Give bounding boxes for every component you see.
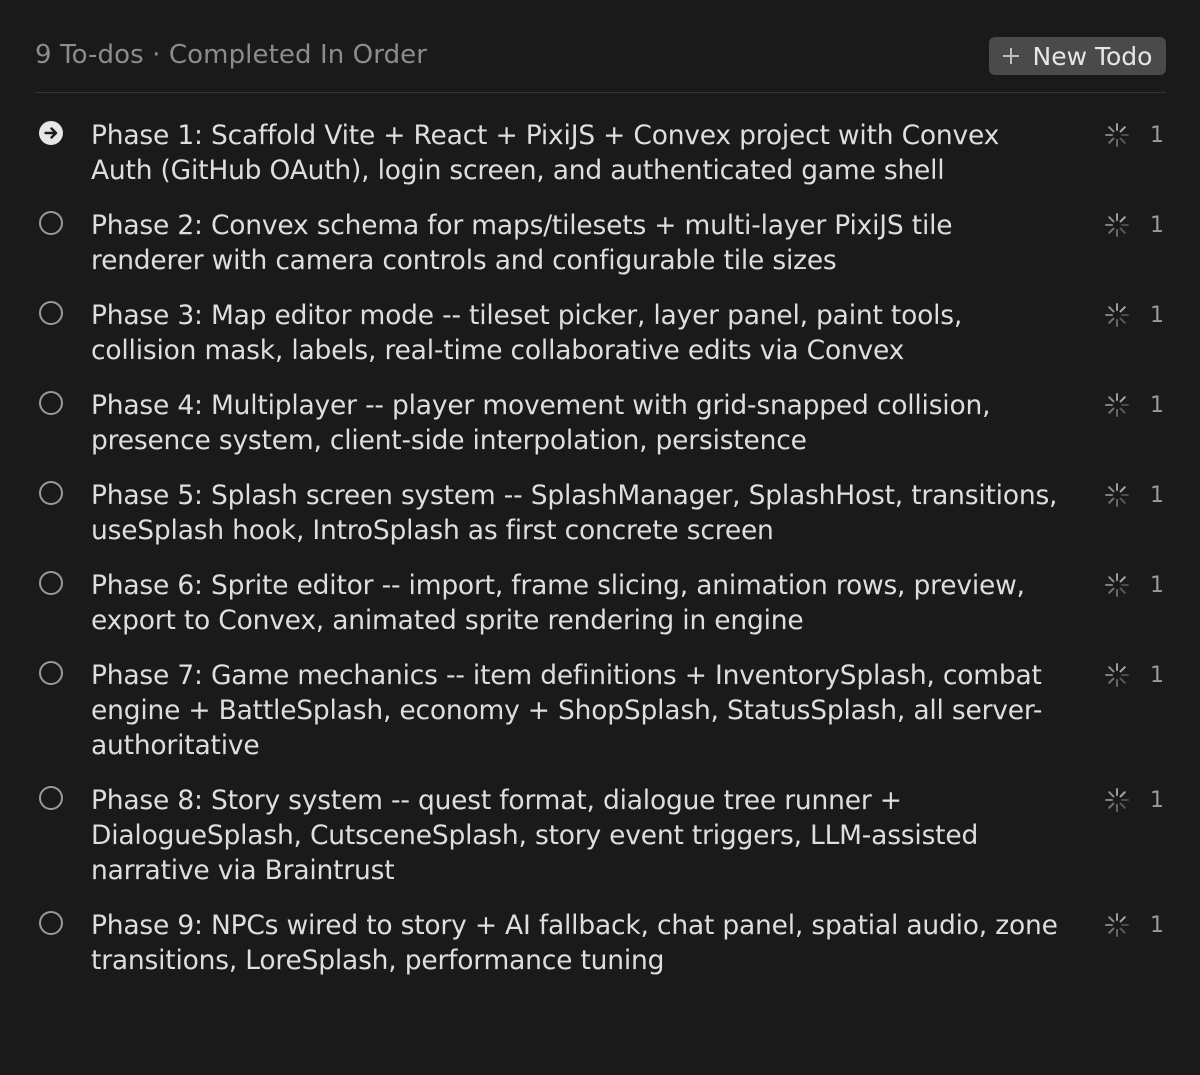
empty-circle-icon[interactable] bbox=[39, 571, 63, 595]
empty-circle-icon[interactable] bbox=[39, 911, 63, 935]
empty-circle-icon[interactable] bbox=[39, 391, 63, 415]
todo-text: Phase 1: Scaffold Vite + React + PixiJS … bbox=[91, 120, 1000, 186]
empty-circle-icon[interactable] bbox=[39, 301, 63, 325]
todo-item[interactable]: Phase 1: Scaffold Vite + React + PixiJS … bbox=[35, 118, 1166, 188]
todo-meta: 1 bbox=[1103, 786, 1166, 814]
todo-count: 1 bbox=[1150, 212, 1164, 238]
todo-list: Phase 1: Scaffold Vite + React + PixiJS … bbox=[35, 118, 1166, 998]
new-todo-label: New Todo bbox=[1032, 41, 1153, 71]
empty-circle-icon[interactable] bbox=[39, 481, 63, 505]
todo-text: Phase 6: Sprite editor -- import, frame … bbox=[91, 570, 1025, 636]
todo-text: Phase 8: Story system -- quest format, d… bbox=[91, 785, 979, 886]
todo-count: 1 bbox=[1150, 392, 1164, 418]
new-todo-button[interactable]: New Todo bbox=[989, 37, 1166, 75]
todo-meta: 1 bbox=[1103, 571, 1166, 599]
todo-item[interactable]: Phase 3: Map editor mode -- tileset pick… bbox=[35, 298, 1166, 368]
loader-spinner-icon bbox=[1103, 121, 1131, 149]
todo-meta: 1 bbox=[1103, 211, 1166, 239]
plus-icon bbox=[1002, 48, 1019, 64]
todo-item[interactable]: Phase 7: Game mechanics -- item definiti… bbox=[35, 658, 1166, 763]
todo-count: 1 bbox=[1150, 912, 1164, 938]
loader-spinner-icon bbox=[1103, 911, 1131, 939]
todo-text: Phase 4: Multiplayer -- player movement … bbox=[91, 390, 991, 456]
todo-text: Phase 9: NPCs wired to story + AI fallba… bbox=[91, 910, 1058, 976]
todo-item[interactable]: Phase 8: Story system -- quest format, d… bbox=[35, 783, 1166, 888]
loader-spinner-icon bbox=[1103, 301, 1131, 329]
todo-meta: 1 bbox=[1103, 661, 1166, 689]
empty-circle-icon[interactable] bbox=[39, 211, 63, 235]
todo-summary-title: 9 To-dos · Completed In Order bbox=[35, 40, 428, 70]
todo-text: Phase 2: Convex schema for maps/tilesets… bbox=[91, 210, 953, 276]
arrow-right-circle-icon[interactable] bbox=[39, 121, 63, 145]
todo-header: 9 To-dos · Completed In Order New Todo bbox=[35, 36, 1166, 93]
todo-text: Phase 5: Splash screen system -- SplashM… bbox=[91, 480, 1058, 546]
loader-spinner-icon bbox=[1103, 661, 1131, 689]
todo-item[interactable]: Phase 5: Splash screen system -- SplashM… bbox=[35, 478, 1166, 548]
loader-spinner-icon bbox=[1103, 571, 1131, 599]
todo-meta: 1 bbox=[1103, 121, 1166, 149]
todo-count: 1 bbox=[1150, 787, 1164, 813]
todo-meta: 1 bbox=[1103, 481, 1166, 509]
todo-item[interactable]: Phase 9: NPCs wired to story + AI fallba… bbox=[35, 908, 1166, 978]
loader-spinner-icon bbox=[1103, 481, 1131, 509]
todo-item[interactable]: Phase 4: Multiplayer -- player movement … bbox=[35, 388, 1166, 458]
todo-meta: 1 bbox=[1103, 301, 1166, 329]
todo-meta: 1 bbox=[1103, 391, 1166, 419]
todo-count: 1 bbox=[1150, 662, 1164, 688]
todo-count: 1 bbox=[1150, 482, 1164, 508]
todo-item[interactable]: Phase 2: Convex schema for maps/tilesets… bbox=[35, 208, 1166, 278]
loader-spinner-icon bbox=[1103, 391, 1131, 419]
loader-spinner-icon bbox=[1103, 211, 1131, 239]
empty-circle-icon[interactable] bbox=[39, 786, 63, 810]
empty-circle-icon[interactable] bbox=[39, 661, 63, 685]
todo-meta: 1 bbox=[1103, 911, 1166, 939]
todo-item[interactable]: Phase 6: Sprite editor -- import, frame … bbox=[35, 568, 1166, 638]
todo-text: Phase 3: Map editor mode -- tileset pick… bbox=[91, 300, 963, 366]
todo-count: 1 bbox=[1150, 302, 1164, 328]
todo-count: 1 bbox=[1150, 572, 1164, 598]
todo-text: Phase 7: Game mechanics -- item definiti… bbox=[91, 660, 1043, 761]
todo-count: 1 bbox=[1150, 122, 1164, 148]
loader-spinner-icon bbox=[1103, 786, 1131, 814]
